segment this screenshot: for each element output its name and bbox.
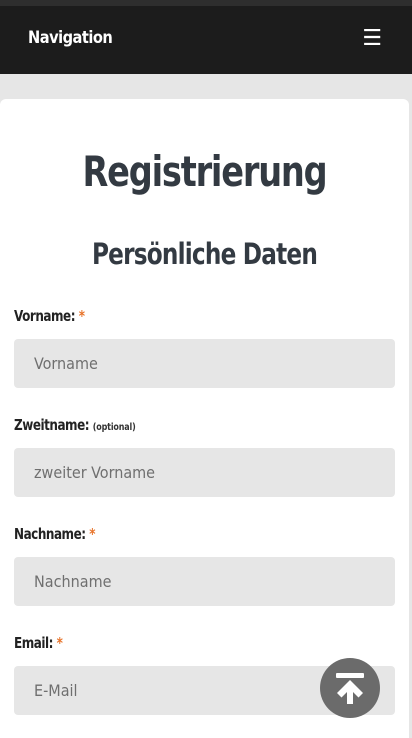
- first-name-input[interactable]: [14, 339, 395, 388]
- middle-name-input[interactable]: [14, 448, 395, 497]
- required-marker: *: [78, 307, 85, 325]
- section-title: Persönliche Daten: [91, 237, 318, 271]
- registration-card: Registrierung Persönliche Daten Vorname:…: [0, 99, 409, 738]
- last-name-input[interactable]: [14, 557, 395, 606]
- page-title: Registrierung: [82, 147, 327, 196]
- nav-title[interactable]: Navigation: [28, 28, 113, 48]
- last-name-label: Nachname: *: [14, 525, 96, 543]
- email-label-text: Email:: [14, 634, 53, 652]
- scroll-to-top-button[interactable]: [320, 658, 380, 718]
- first-name-label-text: Vorname:: [14, 307, 76, 325]
- first-name-label: Vorname: *: [14, 307, 85, 325]
- middle-name-label-text: Zweitname:: [14, 416, 90, 434]
- middle-name-label: Zweitname: (optional): [14, 416, 136, 434]
- email-label: Email: *: [14, 634, 63, 652]
- required-marker: *: [56, 634, 63, 652]
- last-name-label-text: Nachname:: [14, 525, 86, 543]
- hamburger-icon[interactable]: ☰: [362, 26, 382, 51]
- required-marker: *: [89, 525, 96, 543]
- arrow-up-to-top-icon: [336, 673, 364, 704]
- optional-note: (optional): [92, 422, 136, 433]
- navbar: Navigation ☰: [0, 6, 412, 74]
